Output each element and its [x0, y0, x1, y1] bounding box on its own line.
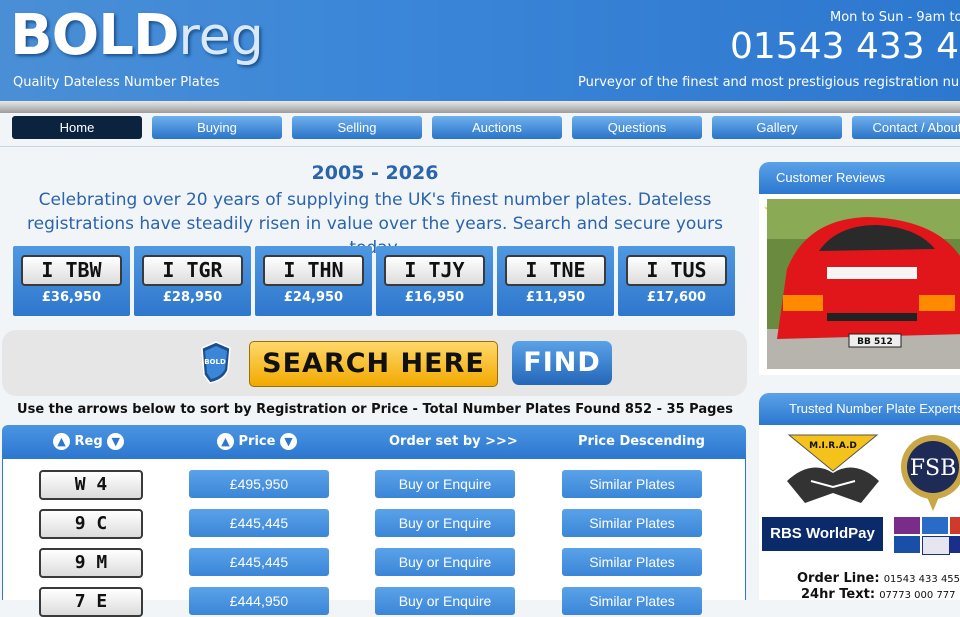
plate-number: I TGR — [142, 255, 243, 286]
plate-number[interactable]: W 4 — [39, 470, 143, 500]
site-logo[interactable]: BOLDreg — [10, 4, 264, 69]
trusted-experts-panel: Trusted Number Plate Experts M.I.R.A.D F… — [759, 393, 960, 602]
header-phone[interactable]: 01543 433 45 — [730, 26, 960, 67]
payment-cards — [894, 517, 960, 555]
fsb-badge-icon: FSB — [901, 435, 960, 511]
rbs-text: RBS WorldPay — [770, 525, 875, 542]
plate-price: £11,950 — [525, 290, 586, 305]
price-button[interactable]: £495,950 — [189, 470, 329, 498]
order-line[interactable]: Order Line: 01543 433 455 — [797, 571, 960, 586]
mirad-logo-icon: M.I.R.A.D — [787, 434, 879, 503]
order-label: Order Line: — [797, 571, 880, 586]
table-row: 7 E £444,950 Buy or Enquire Similar Plat… — [3, 576, 745, 617]
featured-plate-card[interactable]: I TBW £36,950 — [13, 246, 130, 316]
text-number: 07773 000 777 — [879, 590, 956, 601]
order-header: Order set by >>> — [389, 434, 518, 449]
car-plate-text: BB 512 — [857, 337, 893, 347]
price-header: Price — [238, 434, 276, 449]
logo-bold-text: BOLD — [10, 3, 179, 68]
nav-auctions[interactable]: Auctions — [432, 116, 562, 139]
sort-state: Price Descending — [578, 434, 705, 449]
sort-up-icon[interactable]: ▲ — [53, 433, 70, 450]
plate-number[interactable]: 9 C — [39, 509, 143, 539]
logo-reg-text: reg — [178, 7, 264, 67]
site-tagline: Quality Dateless Number Plates — [13, 75, 220, 90]
amex-card-icon — [922, 517, 948, 534]
plate-price: £17,600 — [646, 290, 707, 305]
rbs-worldpay-logo: RBS WorldPay — [762, 517, 883, 551]
buy-enquire-button[interactable]: Buy or Enquire — [375, 548, 515, 576]
featured-plate-card[interactable]: I TUS £17,600 — [618, 246, 735, 316]
price-sort-column: ▲ Price ▼ — [217, 425, 297, 459]
nav-contact[interactable]: Contact / About — [852, 116, 960, 139]
reg-header: Reg — [74, 434, 103, 449]
plate-price: £36,950 — [41, 290, 102, 305]
opening-hours: Mon to Sun - 9am to — [830, 10, 960, 25]
plate-number[interactable]: 9 M — [39, 548, 143, 578]
reg-sort-column: ▲ Reg ▼ — [53, 425, 125, 459]
plate-number[interactable]: 7 E — [39, 587, 143, 617]
plate-number: I THN — [263, 255, 364, 286]
red-car-photo[interactable]: BB 512 — [767, 199, 960, 369]
plate-number: I TBW — [21, 255, 122, 286]
nav-divider — [0, 146, 960, 147]
table-row: W 4 £495,950 Buy or Enquire Similar Plat… — [3, 459, 745, 500]
customer-reviews-panel: Customer Reviews ★★★★★ BB 512 — [759, 162, 960, 375]
nav-buying[interactable]: Buying — [152, 116, 282, 139]
price-button[interactable]: £444,950 — [189, 587, 329, 615]
plate-number: I TJY — [384, 255, 485, 286]
reviews-title: Customer Reviews — [776, 170, 886, 185]
bold-shield-icon: BOLD — [201, 341, 231, 384]
featured-plate-card[interactable]: I TGR £28,950 — [134, 246, 251, 316]
results-table: W 4 £495,950 Buy or Enquire Similar Plat… — [2, 459, 746, 617]
table-row: 9 M £445,445 Buy or Enquire Similar Plat… — [3, 537, 745, 578]
mastercard-icon — [950, 517, 960, 534]
sort-instructions: Use the arrows below to sort by Registra… — [17, 402, 733, 417]
order-number: 01543 433 455 — [883, 574, 960, 585]
nav-selling[interactable]: Selling — [292, 116, 422, 139]
featured-plate-card[interactable]: I THN £24,950 — [255, 246, 372, 316]
header-divider — [0, 101, 960, 113]
table-row: 9 C £445,445 Buy or Enquire Similar Plat… — [3, 498, 745, 539]
shield-text: BOLD — [204, 358, 226, 366]
years-heading: 2005 - 2026 — [311, 162, 439, 184]
similar-plates-button[interactable]: Similar Plates — [562, 587, 702, 615]
results-table-header: ▲ Reg ▼ ▲ Price ▼ Order set by >>> Price… — [2, 425, 746, 459]
price-button[interactable]: £445,445 — [189, 509, 329, 537]
plate-price: £16,950 — [404, 290, 465, 305]
main-nav: Home Buying Selling Auctions Questions G… — [0, 113, 960, 145]
trusted-header: Trusted Number Plate Experts — [759, 393, 960, 425]
fsb-text: FSB — [910, 456, 957, 481]
nav-gallery[interactable]: Gallery — [712, 116, 842, 139]
plate-number: I TUS — [626, 255, 727, 286]
buy-enquire-button[interactable]: Buy or Enquire — [375, 587, 515, 615]
find-button[interactable]: FIND — [512, 341, 612, 385]
sort-up-icon[interactable]: ▲ — [217, 433, 234, 450]
featured-plate-card[interactable]: I TNE £11,950 — [497, 246, 614, 316]
featured-plate-card[interactable]: I TJY £16,950 — [376, 246, 493, 316]
trusted-title: Trusted Number Plate Experts — [789, 401, 960, 416]
price-button[interactable]: £445,445 — [189, 548, 329, 576]
sort-down-icon[interactable]: ▼ — [279, 433, 297, 450]
nav-questions[interactable]: Questions — [572, 116, 702, 139]
card-icon — [894, 517, 920, 534]
header-slogan: Purveyor of the finest and most prestigi… — [578, 75, 960, 90]
buy-enquire-button[interactable]: Buy or Enquire — [375, 509, 515, 537]
visa-card-icon — [922, 536, 950, 555]
site-header: BOLDreg Quality Dateless Number Plates M… — [0, 0, 960, 101]
maestro-card-icon — [894, 536, 920, 553]
plate-number: I TNE — [505, 255, 606, 286]
search-here-button[interactable]: SEARCH HERE — [249, 341, 498, 387]
plate-price: £28,950 — [162, 290, 223, 305]
nav-home[interactable]: Home — [12, 116, 142, 139]
plate-price: £24,950 — [283, 290, 344, 305]
card-icon — [950, 536, 960, 553]
reviews-header[interactable]: Customer Reviews ★★★★★ — [759, 162, 960, 219]
similar-plates-button[interactable]: Similar Plates — [562, 470, 702, 498]
sort-down-icon[interactable]: ▼ — [107, 433, 125, 450]
similar-plates-button[interactable]: Similar Plates — [562, 548, 702, 576]
mirad-text: M.I.R.A.D — [809, 441, 857, 451]
similar-plates-button[interactable]: Similar Plates — [562, 509, 702, 537]
buy-enquire-button[interactable]: Buy or Enquire — [375, 470, 515, 498]
